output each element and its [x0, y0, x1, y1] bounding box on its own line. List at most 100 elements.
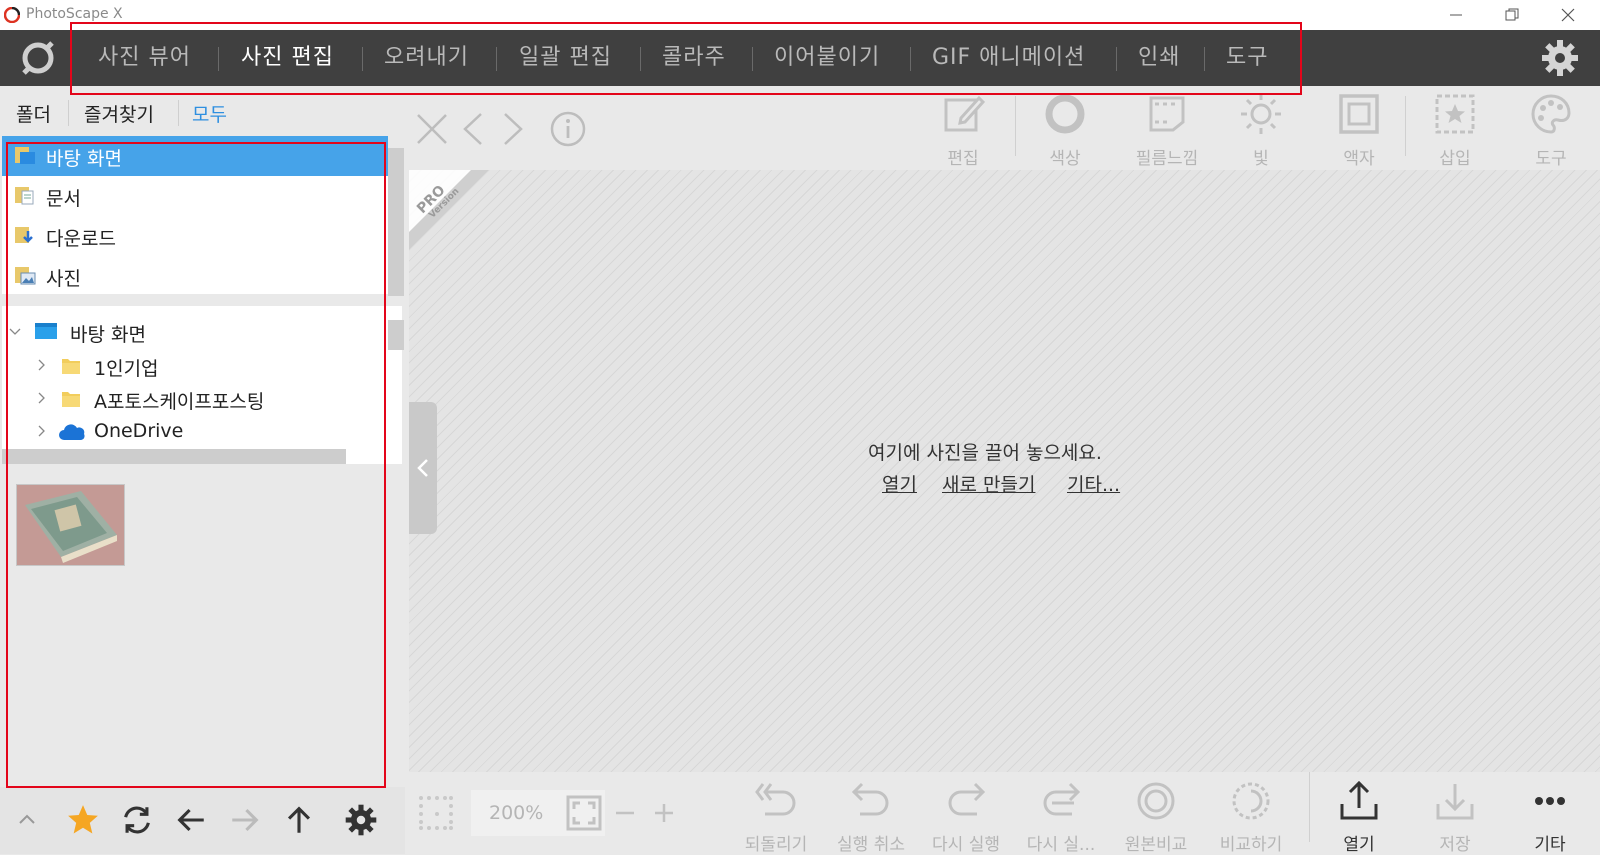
action-label: 다시 실행 — [932, 835, 1000, 855]
sidebar-tab-favorites[interactable]: 즐겨찾기 — [84, 100, 154, 127]
more-options-button[interactable]: 기타 — [1500, 780, 1600, 855]
menu-cut-out[interactable]: 오려내기 — [384, 42, 469, 74]
fit-screen-icon[interactable] — [565, 794, 603, 832]
back-button[interactable] — [172, 801, 210, 839]
zoom-in-icon[interactable] — [653, 802, 675, 824]
tool-color[interactable]: 색상 — [1025, 92, 1105, 169]
minimize-icon — [1450, 14, 1462, 16]
menu-batch-editor[interactable]: 일괄 편집 — [519, 42, 612, 74]
tree-label: OneDrive — [94, 420, 184, 442]
tool-label: 색상 — [1049, 149, 1081, 169]
action-label: 열기 — [1343, 835, 1375, 855]
tree-item-onedrive[interactable]: OneDrive — [2, 416, 382, 448]
palette-icon — [1531, 94, 1571, 134]
tool-edit[interactable]: 편집 — [923, 92, 1003, 169]
tool-tools[interactable]: 도구 — [1511, 92, 1591, 169]
zoom-level-field[interactable]: 200% — [471, 790, 605, 836]
chevron-down-icon[interactable] — [8, 324, 22, 338]
photo-thumbnail[interactable] — [16, 484, 125, 566]
action-label: 비교하기 — [1219, 835, 1283, 855]
chevron-right-icon[interactable] — [34, 424, 48, 438]
revert-button[interactable]: 되돌리기 — [726, 780, 826, 855]
folder-tree: 바탕 화면 1인기업 A포토스케이프포스팅 OneDrive — [2, 306, 402, 464]
open-link[interactable]: 열기 — [882, 470, 917, 497]
redo-all-button[interactable]: 다시 실... — [1011, 780, 1111, 855]
favorite-label: 문서 — [46, 188, 81, 210]
chevron-right-icon[interactable] — [34, 358, 48, 372]
compare-icon — [1232, 782, 1270, 820]
redo-button[interactable]: 다시 실행 — [916, 780, 1016, 855]
close-photo-icon[interactable] — [415, 112, 449, 146]
menu-gif-animation[interactable]: GIF 애니메이션 — [932, 42, 1085, 74]
color-circle-icon — [1045, 94, 1085, 134]
menu-separator — [1116, 47, 1117, 71]
sidebar-tab-folder[interactable]: 폴더 — [16, 100, 51, 127]
menu-separator — [640, 47, 641, 71]
tree-scrollbar[interactable] — [388, 320, 404, 350]
selection-grid-icon[interactable] — [417, 794, 455, 832]
restore-button[interactable] — [1484, 0, 1540, 30]
info-icon[interactable] — [549, 110, 587, 148]
compare-original-button[interactable]: 원본비교 — [1106, 780, 1206, 855]
window-title: PhotoScape X — [26, 6, 123, 22]
undo-button[interactable]: 실행 취소 — [821, 780, 921, 855]
parent-folder-button[interactable] — [280, 801, 318, 839]
sidebar-collapse-handle[interactable] — [409, 402, 437, 534]
favorite-item-desktop[interactable]: 바탕 화면 — [2, 136, 388, 176]
forward-button[interactable] — [226, 801, 264, 839]
desktop-folder-icon — [15, 147, 35, 164]
tree-horizontal-scrollbar[interactable] — [2, 449, 346, 464]
edit-pencil-icon — [944, 95, 986, 132]
close-window-button[interactable] — [1540, 0, 1596, 30]
menu-collage[interactable]: 콜라주 — [662, 42, 726, 74]
tool-film[interactable]: 필름느낌 — [1117, 92, 1217, 169]
previous-photo-icon[interactable] — [461, 112, 485, 146]
menu-photo-editor[interactable]: 사진 편집 — [241, 42, 334, 74]
favorite-item-downloads[interactable]: 다운로드 — [2, 216, 388, 256]
tree-item-folder[interactable]: 1인기업 — [2, 350, 382, 382]
downloads-folder-icon — [15, 227, 33, 243]
save-button[interactable]: 저장 — [1405, 780, 1505, 855]
chevron-up-icon — [19, 814, 35, 824]
tree-item-folder[interactable]: A포토스케이프포스팅 — [2, 383, 382, 415]
tool-frame[interactable]: 액자 — [1319, 92, 1399, 169]
folder-icon — [62, 359, 80, 374]
menu-print[interactable]: 인쇄 — [1138, 42, 1180, 74]
minimize-button[interactable] — [1428, 0, 1484, 30]
editor-bottom-toolbar: 200% 되돌리기 실행 취소 다시 실행 다시 실... 원본비교 비교하기 … — [409, 772, 1600, 855]
menu-separator — [218, 47, 219, 71]
tab-separator — [178, 100, 179, 126]
more-link[interactable]: 기타... — [1067, 470, 1120, 497]
menu-combine[interactable]: 이어붙이기 — [774, 42, 880, 74]
new-link[interactable]: 새로 만들기 — [942, 470, 1035, 497]
tree-item-desktop[interactable]: 바탕 화면 — [2, 316, 382, 348]
menu-tools[interactable]: 도구 — [1226, 42, 1268, 74]
favorites-scrollbar[interactable] — [388, 148, 404, 296]
compare-button[interactable]: 비교하기 — [1201, 780, 1301, 855]
tool-label: 빛 — [1253, 149, 1269, 169]
menu-photo-viewer[interactable]: 사진 뷰어 — [98, 42, 191, 74]
favorite-item-documents[interactable]: 문서 — [2, 176, 388, 216]
chevron-right-icon[interactable] — [34, 391, 48, 405]
sidebar-tab-all[interactable]: 모두 — [192, 100, 227, 127]
home-logo-icon[interactable] — [18, 38, 58, 78]
sidebar-settings-button[interactable] — [342, 801, 380, 839]
zoom-out-icon[interactable] — [614, 802, 636, 824]
favorite-star-button[interactable] — [64, 801, 102, 839]
refresh-button[interactable] — [118, 801, 156, 839]
tool-insert[interactable]: 삽입 — [1415, 92, 1495, 169]
favorite-label: 다운로드 — [46, 228, 116, 250]
menu-separator — [910, 47, 911, 71]
next-photo-icon[interactable] — [501, 112, 525, 146]
settings-gear-icon[interactable] — [1540, 38, 1580, 78]
open-button[interactable]: 열기 — [1309, 780, 1409, 855]
upload-open-icon — [1340, 780, 1378, 820]
gear-icon — [345, 804, 377, 836]
action-label: 저장 — [1439, 835, 1471, 855]
tool-light[interactable]: 빛 — [1221, 92, 1301, 169]
favorite-item-pictures[interactable]: 사진 — [2, 256, 388, 294]
desktop-icon — [35, 323, 57, 339]
menu-separator — [1204, 47, 1205, 71]
collapse-up-button[interactable] — [8, 801, 46, 839]
action-label: 실행 취소 — [837, 835, 905, 855]
